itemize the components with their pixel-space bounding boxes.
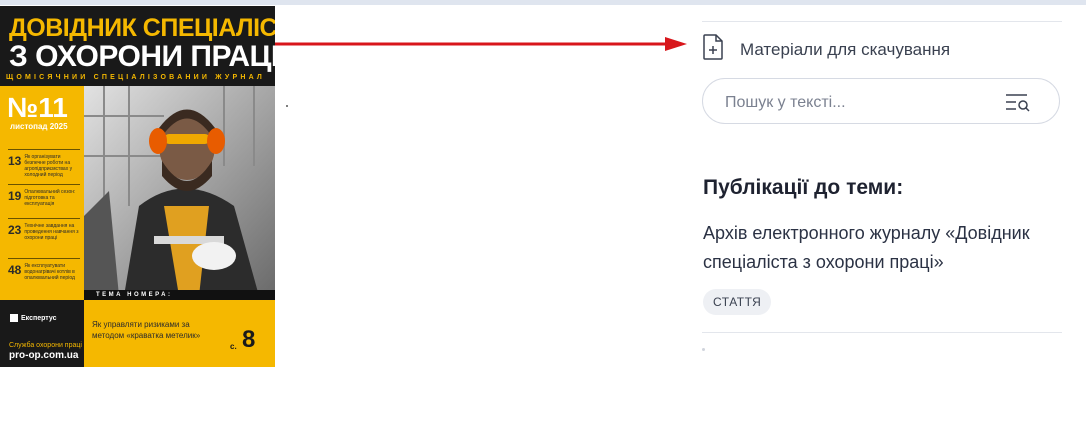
cover-tagline: ЩОМІСЯЧНИЙ СПЕЦІАЛІЗОВАНИЙ ЖУРНАЛ xyxy=(6,74,266,81)
contents-page: 13 xyxy=(8,154,22,168)
cover-photo-worker xyxy=(84,86,275,296)
top-border xyxy=(0,0,1086,5)
contents-text: Як організувати безпечне роботи на агроп… xyxy=(24,154,73,178)
download-materials-link[interactable]: Матеріали для скачування xyxy=(702,34,950,65)
stray-dot xyxy=(702,348,705,351)
cover-issue-date: листопад 2025 xyxy=(10,122,68,131)
cover-feature-page-prefix: с. xyxy=(230,342,237,351)
cover-contents-item: 23 Технічне завдання на проведення навча… xyxy=(8,218,80,241)
brand-logo-icon xyxy=(10,314,18,322)
cover-feature-page: 8 xyxy=(242,326,256,353)
contents-page: 23 xyxy=(8,223,22,237)
cover-brand: Експертус xyxy=(10,314,57,322)
cover-title-line1: ДОВІДНИК СПЕЦІАЛІСТА xyxy=(9,14,275,42)
related-publication-link[interactable]: Архів електронного журналу «Довідник спе… xyxy=(703,219,1073,277)
search-list-icon[interactable] xyxy=(1005,92,1031,117)
contents-page: 19 xyxy=(8,189,22,203)
cover-site: pro-op.com.ua xyxy=(9,350,79,361)
cover-contents-item: 13 Як організувати безпечне роботи на аг… xyxy=(8,149,80,178)
publication-type-badge: СТАТТЯ xyxy=(703,289,772,315)
related-publications-heading: Публікації до теми: xyxy=(703,176,904,199)
text-search-box[interactable] xyxy=(702,78,1060,124)
file-plus-icon xyxy=(702,34,724,65)
contents-text: Як експлуатувати водонагрівачі котлів в … xyxy=(24,263,75,281)
cover-issue-number: №11 xyxy=(7,92,68,123)
cover-contents-item: 19 Опалювальний сезон: підготовка та екс… xyxy=(8,184,80,207)
cover-contents-item: 48 Як експлуатувати водонагрівачі котлів… xyxy=(8,258,80,281)
brand-name: Експертус xyxy=(21,314,57,322)
contents-text: Опалювальний сезон: підготовка та експлу… xyxy=(24,189,76,207)
cover-service: Служба охорони праці xyxy=(9,342,82,349)
contents-text: Технічне завдання на проведення навчання… xyxy=(24,223,79,241)
magazine-cover[interactable]: ДОВІДНИК СПЕЦІАЛІСТА З ОХОРОНИ ПРАЦІ ЩОМ… xyxy=(0,6,275,367)
text-search-input[interactable] xyxy=(723,91,997,115)
divider xyxy=(702,332,1062,333)
annotation-arrow-icon xyxy=(275,37,687,51)
download-materials-label: Матеріали для скачування xyxy=(740,39,951,59)
cover-feature-text: Як управляти ризиками за методом «крават… xyxy=(92,320,201,340)
divider xyxy=(702,21,1062,22)
stray-dot xyxy=(286,105,288,107)
cover-title-line2: З ОХОРОНИ ПРАЦІ xyxy=(9,40,275,73)
contents-page: 48 xyxy=(8,263,22,277)
cover-theme-label: ТЕМА НОМЕРА: xyxy=(84,290,275,300)
